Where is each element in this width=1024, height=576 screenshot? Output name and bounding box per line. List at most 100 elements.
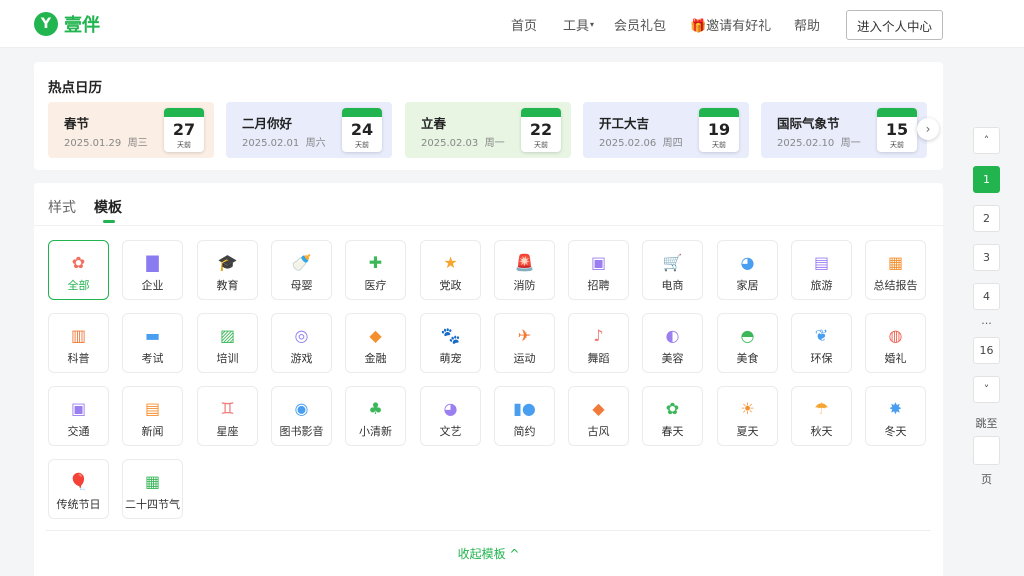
nav-invite[interactable]: 🎁邀请有好礼 [690, 0, 771, 48]
category-9[interactable]: ◕ 家居 [717, 240, 778, 300]
page-4-button[interactable]: 4 [973, 283, 1000, 310]
jump-page-input[interactable] [973, 436, 1000, 465]
nav-help[interactable]: 帮助 [794, 0, 820, 48]
calendar-icon: 15 天前 [877, 108, 917, 152]
category-icon: ▥ [70, 326, 87, 345]
category-21[interactable]: ◓ 美食 [717, 313, 778, 373]
category-3[interactable]: 🍼 母婴 [271, 240, 332, 300]
page-2-button[interactable]: 2 [973, 205, 1000, 232]
category-label: 运动 [513, 352, 536, 365]
category-1[interactable]: ▇ 企业 [122, 240, 183, 300]
calendar-card-date: 2025.02.01 周六 [242, 138, 326, 149]
category-4[interactable]: ✚ 医疗 [345, 240, 406, 300]
category-30[interactable]: ▮● 简约 [494, 386, 555, 446]
category-11[interactable]: ▦ 总结报告 [865, 240, 926, 300]
logo[interactable]: Y 壹伴 [34, 11, 100, 37]
category-label: 舞蹈 [587, 352, 610, 365]
category-34[interactable]: ☂ 秋天 [791, 386, 852, 446]
page-1-button[interactable]: 1 [973, 166, 1000, 193]
category-37[interactable]: ▦ 二十四节气 [122, 459, 183, 519]
category-6[interactable]: 🚨 消防 [494, 240, 555, 300]
category-29[interactable]: ◕ 文艺 [420, 386, 481, 446]
category-label: 春天 [661, 425, 684, 438]
tab-style[interactable]: 样式 [48, 197, 76, 223]
category-23[interactable]: ◍ 婚礼 [865, 313, 926, 373]
page-up-button[interactable]: ˄ [973, 127, 1000, 154]
chevron-right-icon[interactable]: › [917, 118, 939, 140]
template-panel: 样式 模板 ✿ 全部 ▇ 企业 🎓 教育 🍼 母婴 ✚ 医疗 ★ 党政 🚨 消防 ▣ 招聘 🛒 电商 ◕ 家居 ▤ 旅游 ▦… [34, 183, 943, 576]
calendar-card-name: 春节 [64, 116, 90, 131]
category-icon: ▤ [813, 253, 830, 272]
page-16-button[interactable]: 16 [973, 337, 1000, 364]
category-36[interactable]: 🎈 传统节日 [48, 459, 109, 519]
category-label: 考试 [141, 352, 164, 365]
category-20[interactable]: ◐ 美容 [642, 313, 703, 373]
category-label: 教育 [216, 279, 239, 292]
category-icon: ▣ [590, 253, 607, 272]
page-3-button[interactable]: 3 [973, 244, 1000, 271]
nav-home[interactable]: 首页 [511, 0, 537, 48]
calendar-card-name: 立春 [421, 116, 447, 131]
category-7[interactable]: ▣ 招聘 [568, 240, 629, 300]
category-25[interactable]: ▤ 新闻 [122, 386, 183, 446]
nav-member-gift[interactable]: 会员礼包 [614, 0, 666, 48]
category-2[interactable]: 🎓 教育 [197, 240, 258, 300]
category-icon: ✿ [665, 399, 680, 418]
calendar-card[interactable]: 立春 2025.02.03 周一 22 天前 [405, 102, 571, 158]
category-label: 二十四节气 [125, 498, 180, 511]
calendar-card[interactable]: 开工大吉 2025.02.06 周四 19 天前 [583, 102, 749, 158]
category-31[interactable]: ◆ 古风 [568, 386, 629, 446]
nav-tools[interactable]: 工具 ▾ [563, 0, 594, 48]
category-22[interactable]: ❦ 环保 [791, 313, 852, 373]
category-icon: ♪ [593, 326, 604, 345]
days-count: 15 [885, 120, 909, 139]
category-18[interactable]: ✈ 运动 [494, 313, 555, 373]
hot-calendar-panel: 热点日历 春节 2025.01.29 周三 27 天前 二月你好 2025.02.01 周… [34, 62, 943, 170]
category-24[interactable]: ▣ 交通 [48, 386, 109, 446]
calendar-card[interactable]: 国际气象节 2025.02.10 周一 15 天前 [761, 102, 927, 158]
category-label: 夏天 [736, 425, 759, 438]
category-label: 电商 [661, 279, 684, 292]
category-35[interactable]: ✸ 冬天 [865, 386, 926, 446]
category-26[interactable]: ♊ 星座 [197, 386, 258, 446]
category-33[interactable]: ☀ 夏天 [717, 386, 778, 446]
category-icon: ▦ [887, 253, 904, 272]
category-16[interactable]: ◆ 金融 [345, 313, 406, 373]
category-0[interactable]: ✿ 全部 [48, 240, 109, 300]
category-label: 科普 [67, 352, 90, 365]
category-10[interactable]: ▤ 旅游 [791, 240, 852, 300]
category-icon: ☂ [814, 399, 829, 418]
enter-personal-center-button[interactable]: 进入个人中心 [846, 10, 943, 40]
category-label: 环保 [810, 352, 833, 365]
days-count: 19 [707, 120, 731, 139]
category-icon: ♣ [368, 399, 383, 418]
tab-template[interactable]: 模板 [94, 197, 122, 223]
category-28[interactable]: ♣ 小清新 [345, 386, 406, 446]
category-12[interactable]: ▥ 科普 [48, 313, 109, 373]
category-label: 培训 [216, 352, 239, 365]
category-label: 全部 [67, 279, 90, 292]
category-icon: ✸ [888, 399, 903, 418]
category-27[interactable]: ◉ 图书影音 [271, 386, 332, 446]
calendar-card[interactable]: 二月你好 2025.02.01 周六 24 天前 [226, 102, 392, 158]
category-label: 婚礼 [884, 352, 907, 365]
category-icon: 🛒 [662, 253, 683, 272]
category-label: 图书影音 [279, 425, 324, 438]
category-icon: ◍ [888, 326, 903, 345]
category-32[interactable]: ✿ 春天 [642, 386, 703, 446]
category-8[interactable]: 🛒 电商 [642, 240, 703, 300]
category-19[interactable]: ♪ 舞蹈 [568, 313, 629, 373]
category-14[interactable]: ▨ 培训 [197, 313, 258, 373]
category-15[interactable]: ◎ 游戏 [271, 313, 332, 373]
category-17[interactable]: 🐾 萌宠 [420, 313, 481, 373]
category-5[interactable]: ★ 党政 [420, 240, 481, 300]
page-down-button[interactable]: ˅ [973, 376, 1000, 403]
collapse-templates-link[interactable]: 收起模板 ^ [34, 545, 943, 562]
category-label: 游戏 [290, 352, 313, 365]
top-navigation-bar: Y 壹伴 首页 工具 ▾ 会员礼包 🎁邀请有好礼 帮助 进入个人中心 [0, 0, 1024, 48]
calendar-card[interactable]: 春节 2025.01.29 周三 27 天前 [48, 102, 214, 158]
category-icon: ▤ [144, 399, 161, 418]
calendar-card-date: 2025.01.29 周三 [64, 138, 148, 149]
category-13[interactable]: ▬ 考试 [122, 313, 183, 373]
category-label: 萌宠 [439, 352, 462, 365]
